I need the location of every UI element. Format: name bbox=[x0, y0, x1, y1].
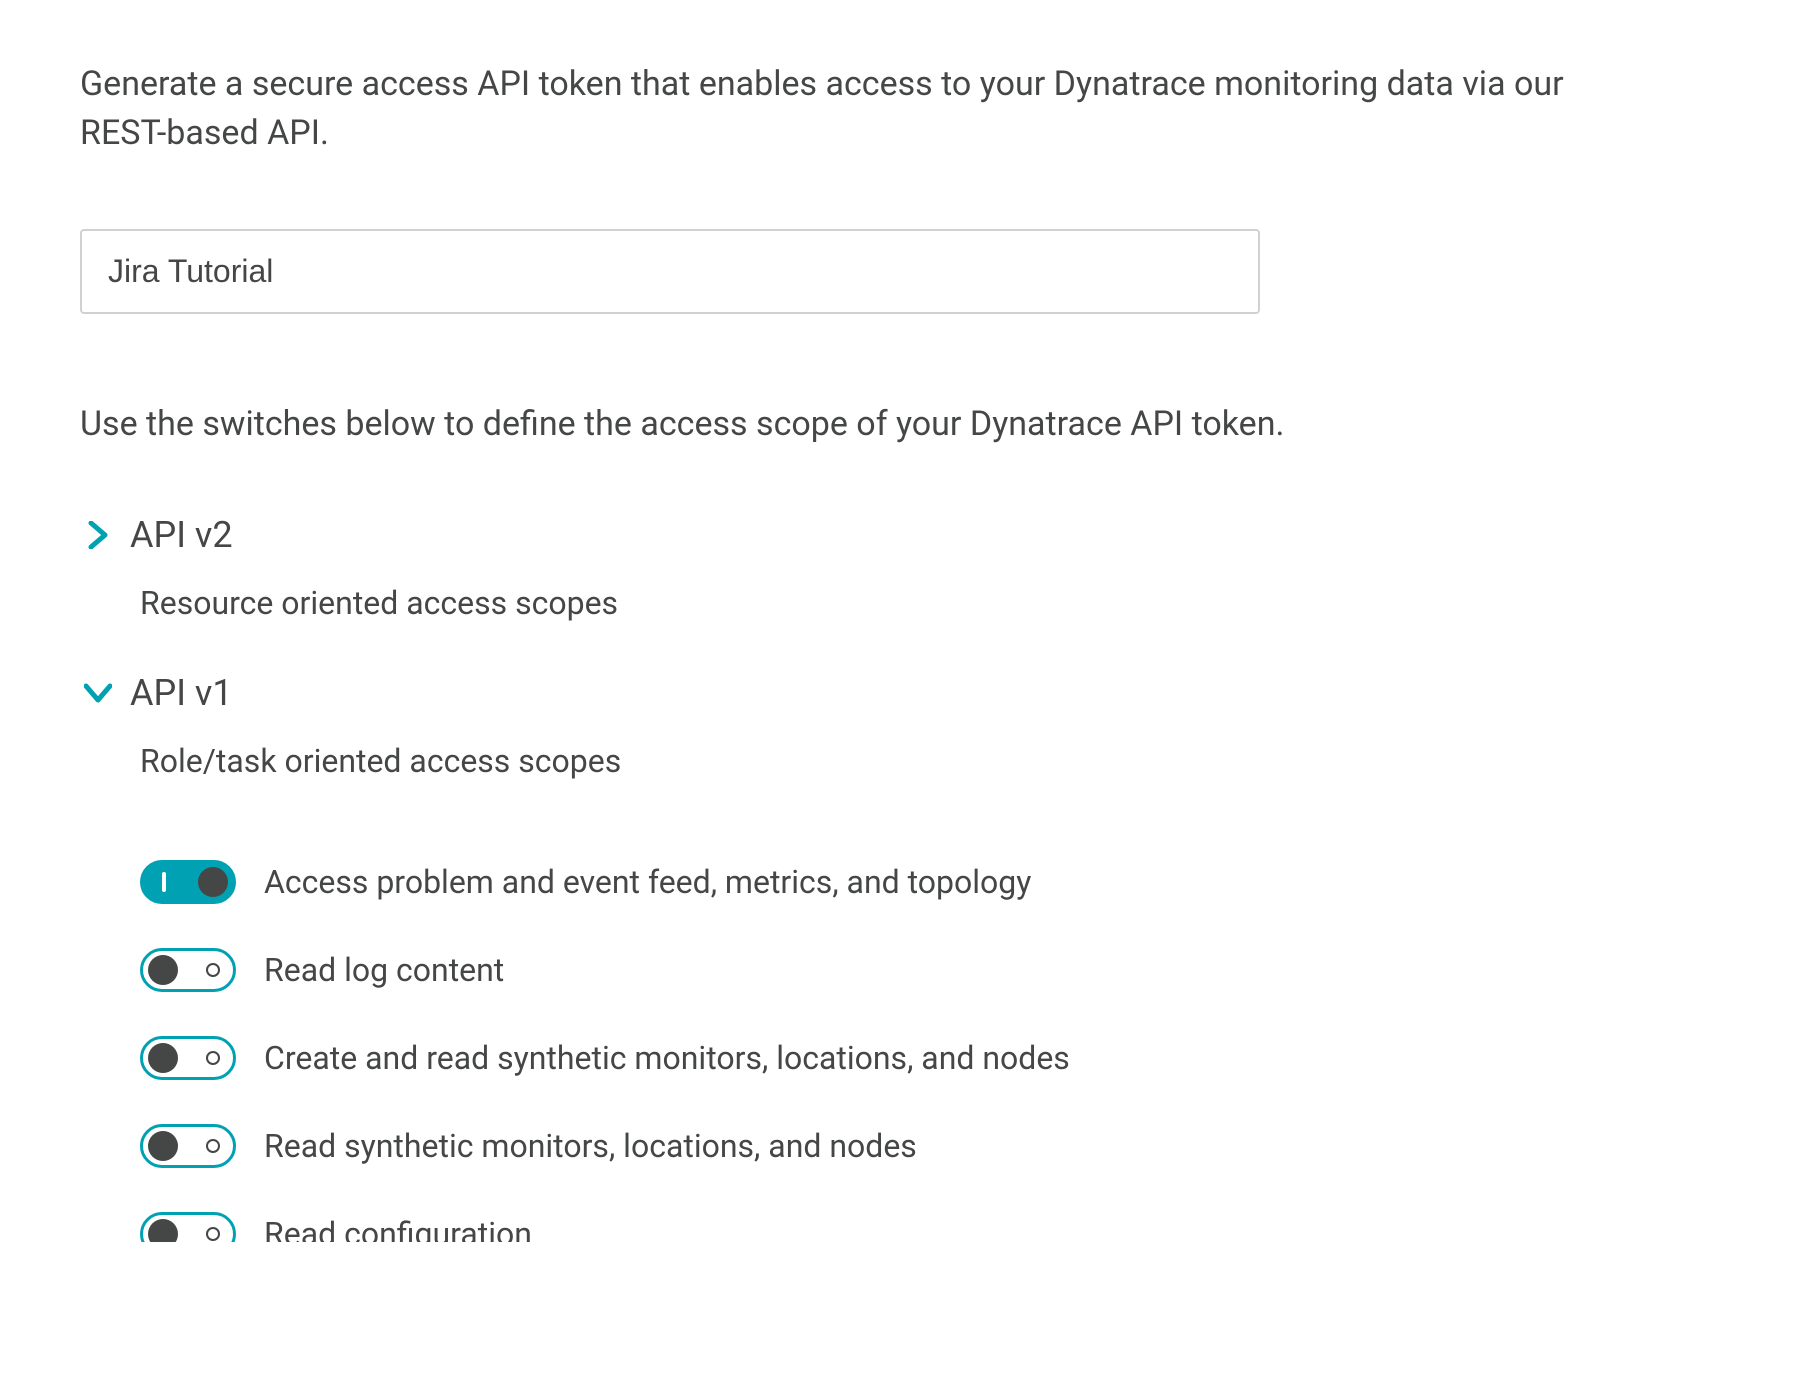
scope-label: Read configuration bbox=[264, 1215, 532, 1242]
section-api-v2-title: API v2 bbox=[130, 514, 233, 556]
scope-toggle-create-read-synthetic[interactable] bbox=[140, 1036, 236, 1080]
section-api-v2: API v2 Resource oriented access scopes bbox=[84, 514, 1720, 622]
chevron-down-icon bbox=[84, 679, 112, 707]
scope-toggle-read-log[interactable] bbox=[140, 948, 236, 992]
scope-switch-row: Create and read synthetic monitors, loca… bbox=[140, 1036, 1720, 1080]
section-api-v2-subtitle: Resource oriented access scopes bbox=[140, 584, 1720, 622]
scope-label: Read synthetic monitors, locations, and … bbox=[264, 1127, 917, 1165]
scope-switch-row: Access problem and event feed, metrics, … bbox=[140, 860, 1720, 904]
chevron-right-icon bbox=[84, 521, 112, 549]
intro-text: Generate a secure access API token that … bbox=[80, 60, 1630, 159]
section-api-v1-header[interactable]: API v1 bbox=[84, 672, 1720, 714]
token-name-input[interactable] bbox=[80, 229, 1260, 314]
page: Generate a secure access API token that … bbox=[0, 0, 1800, 1352]
scope-switch-row-cutoff: Read configuration bbox=[140, 1212, 1720, 1242]
scope-toggle-read-configuration[interactable] bbox=[140, 1212, 236, 1242]
section-api-v1-title: API v1 bbox=[130, 672, 233, 714]
scope-toggle-read-synthetic[interactable] bbox=[140, 1124, 236, 1168]
scope-switch-row: Read configuration bbox=[140, 1212, 1720, 1242]
scope-switch-row: Read synthetic monitors, locations, and … bbox=[140, 1124, 1720, 1168]
scope-label: Access problem and event feed, metrics, … bbox=[264, 863, 1031, 901]
scope-label: Create and read synthetic monitors, loca… bbox=[264, 1039, 1070, 1077]
scope-toggle-access-problem[interactable] bbox=[140, 860, 236, 904]
section-api-v2-header[interactable]: API v2 bbox=[84, 514, 1720, 556]
scope-intro-text: Use the switches below to define the acc… bbox=[80, 404, 1720, 444]
scope-switch-row: Read log content bbox=[140, 948, 1720, 992]
api-v1-switch-list: Access problem and event feed, metrics, … bbox=[140, 860, 1720, 1242]
scope-label: Read log content bbox=[264, 951, 504, 989]
section-api-v1-subtitle: Role/task oriented access scopes bbox=[140, 742, 1720, 780]
section-api-v1: API v1 Role/task oriented access scopes … bbox=[84, 672, 1720, 1242]
